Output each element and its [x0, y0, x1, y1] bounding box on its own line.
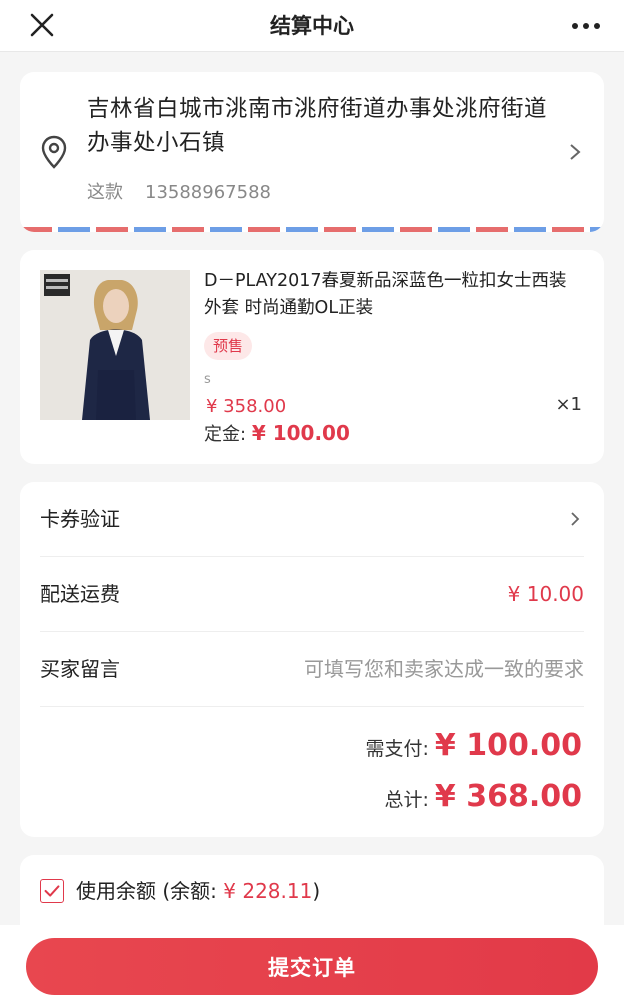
location-pin-icon — [41, 135, 67, 169]
recipient-name: 这款 — [87, 182, 123, 203]
balance-close-paren: ) — [312, 879, 321, 903]
balance-label-text: 使用余额 (余额: — [76, 879, 217, 903]
recipient-phone: 13588967588 — [145, 182, 271, 203]
balance-checkbox[interactable] — [40, 879, 64, 903]
total-label: 总计: — [384, 789, 429, 811]
airmail-border — [20, 227, 604, 232]
deposit: 定金: ¥ 100.00 — [204, 420, 350, 446]
bottom-bar: 提交订单 — [0, 925, 624, 1000]
address-text: 吉林省白城市洮南市洮府街道办事处洮府街道办事处小石镇 — [87, 96, 548, 156]
page-title: 结算中心 — [270, 14, 354, 38]
product-price: ¥ 358.00 — [206, 396, 287, 417]
message-label: 买家留言 — [40, 657, 120, 681]
deposit-value: ¥ 100.00 — [251, 421, 350, 445]
balance-label: 使用余额 (余额: ¥ 228.11) — [76, 875, 320, 904]
coupon-row[interactable]: 卡券验证 — [40, 482, 584, 557]
shipping-value: ¥ 10.00 — [507, 582, 584, 606]
shipping-row: 配送运费 ¥ 10.00 — [40, 557, 584, 632]
message-input[interactable]: 可填写您和卖家达成一致的要求 — [304, 632, 584, 707]
chevron-right-icon — [570, 144, 581, 160]
balance-value: ¥ 228.11 — [223, 879, 313, 903]
payment-due: 需支付: ¥ 100.00 — [365, 728, 582, 763]
nav-bar: 结算中心 — [0, 0, 624, 52]
pay-label: 需支付: — [365, 738, 429, 760]
chevron-right-icon — [571, 512, 580, 526]
pay-value: ¥ 100.00 — [434, 728, 582, 763]
product-sku: s — [204, 372, 211, 387]
more-icon[interactable] — [566, 10, 606, 42]
address-contact: 这款 13588967588 — [87, 178, 271, 204]
shipping-label: 配送运费 — [40, 582, 120, 606]
product-card: D－PLAY2017春夏新品深蓝色一粒扣女士西装外套 时尚通勤OL正装 预售 s… — [20, 250, 604, 464]
product-quantity: ×1 — [555, 394, 582, 415]
address-card[interactable]: 吉林省白城市洮南市洮府街道办事处洮府街道办事处小石镇 这款 13588967588 — [20, 72, 604, 232]
submit-order-button[interactable]: 提交订单 — [26, 938, 598, 995]
product-name: D－PLAY2017春夏新品深蓝色一粒扣女士西装外套 时尚通勤OL正装 — [204, 271, 567, 318]
order-summary-card: 卡券验证 配送运费 ¥ 10.00 买家留言 可填写您和卖家达成一致的要求 需支… — [20, 482, 604, 837]
coupon-label: 卡券验证 — [40, 507, 120, 531]
total-value: ¥ 368.00 — [434, 779, 582, 814]
product-image — [40, 270, 190, 420]
message-row: 买家留言 可填写您和卖家达成一致的要求 — [40, 632, 584, 707]
order-total: 总计: ¥ 368.00 — [384, 779, 582, 814]
presale-badge: 预售 — [204, 332, 253, 360]
deposit-label: 定金: — [204, 424, 247, 445]
